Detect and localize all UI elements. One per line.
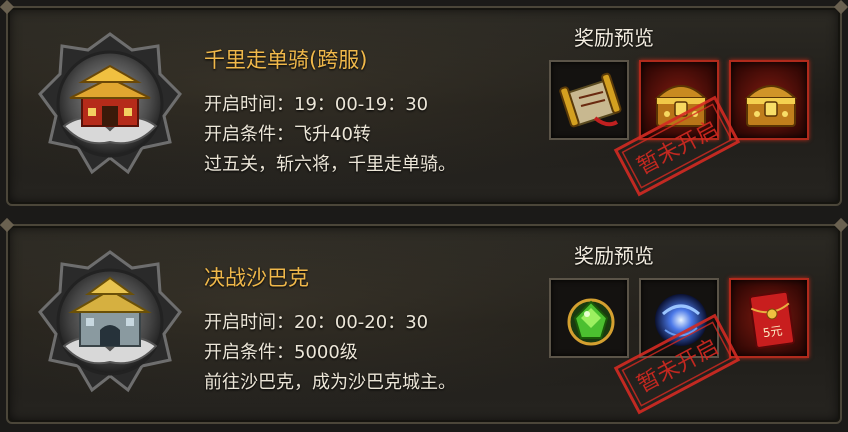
- castle-emblem-icon: [38, 250, 182, 393]
- open-condition-label: 开启条件：: [204, 342, 294, 363]
- event-description: 过五关，斩六将，千里走单骑。: [204, 154, 456, 175]
- open-time-label: 开启时间：: [204, 94, 294, 115]
- open-time-row: 开启时间：20：00-20：30: [204, 308, 428, 334]
- reward-slot[interactable]: [549, 278, 629, 358]
- scroll-item-icon: [559, 72, 622, 128]
- open-time-label: 开启时间：: [204, 312, 294, 333]
- reward-preview-header: 奖励预览: [574, 26, 654, 50]
- open-condition-row: 开启条件：5000级: [204, 338, 358, 364]
- reward-slot[interactable]: [729, 60, 809, 140]
- green-gem-icon: [567, 298, 615, 346]
- open-condition-row: 开启条件：飞升40转: [204, 120, 371, 146]
- reward-slot[interactable]: [549, 60, 629, 140]
- event-card-shabake[interactable]: 决战沙巴克 开启时间：20：00-20：30 开启条件：5000级 前往沙巴克，…: [6, 224, 842, 424]
- open-condition-label: 开启条件：: [204, 124, 294, 145]
- open-time-value: 19：00-19：30: [294, 94, 429, 115]
- event-title: 千里走单骑(跨服): [204, 48, 368, 72]
- event-card-qianli[interactable]: 千里走单骑(跨服) 开启时间：19：00-19：30 开启条件：飞升40转 过五…: [6, 6, 842, 206]
- open-time-row: 开启时间：19：00-19：30: [204, 90, 428, 116]
- red-packet-amount: 5元: [762, 324, 783, 341]
- open-condition-value: 飞升40转: [294, 124, 371, 145]
- palace-emblem-icon: [38, 32, 182, 175]
- event-title: 决战沙巴克: [204, 266, 309, 290]
- reward-slot[interactable]: 5元: [729, 278, 809, 358]
- reward-preview-header: 奖励预览: [574, 244, 654, 268]
- open-condition-value: 5000级: [294, 342, 358, 363]
- treasure-chest-icon: [744, 85, 798, 127]
- red-packet-icon: 5元: [748, 290, 796, 349]
- event-description: 前往沙巴克，成为沙巴克城主。: [204, 372, 456, 393]
- open-time-value: 20：00-20：30: [294, 312, 429, 333]
